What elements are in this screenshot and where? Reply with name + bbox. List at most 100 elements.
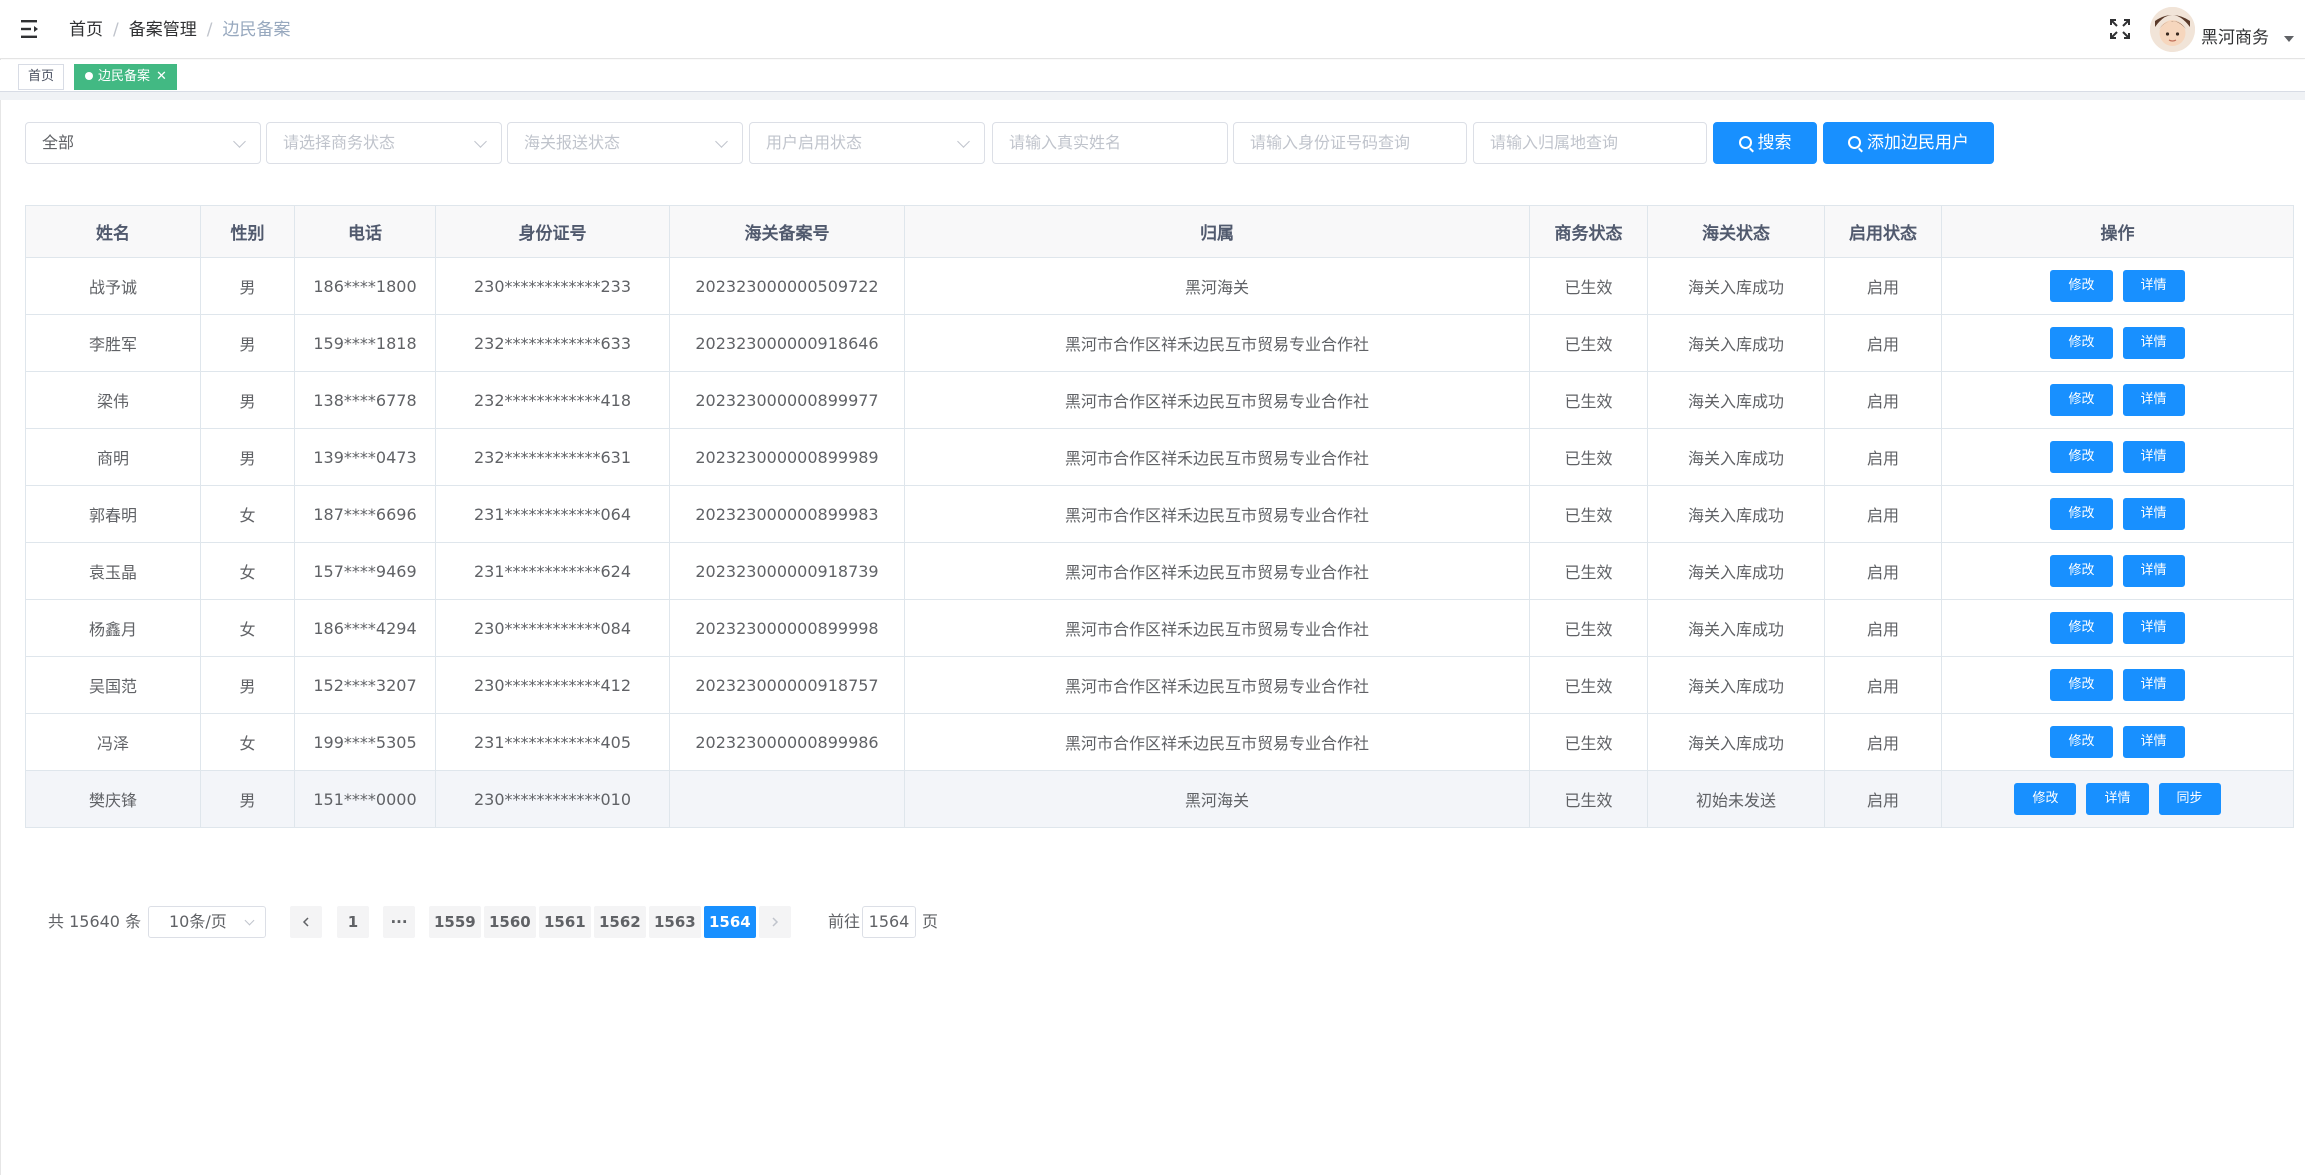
cell-enabled-status: 启用 [1824,599,1942,657]
user-enabled-select[interactable]: 用户启用状态 [749,122,985,164]
page-button[interactable]: 1560 [484,906,536,938]
cell-enabled-status: 启用 [1824,770,1942,828]
table-row: 商明男 139****0473 232************631 20232300… [25,428,2294,486]
cell-enabled-status: 启用 [1824,713,1942,771]
cell-customs-status: 海关入库成功 [1647,485,1825,543]
cell-customs-filing-no: 202323000000899983 [669,485,905,543]
edit-button[interactable]: 修改 [2050,270,2113,302]
cell-customs-status: 初始未发送 [1647,770,1825,828]
prev-page-button[interactable] [290,906,322,938]
page-size-select[interactable]: 10条/页 [148,906,266,938]
cell-customs-filing-no: 202323000000509722 [669,257,905,315]
cell-id-number: 230************010 [435,770,670,828]
caret-down-icon[interactable] [2284,36,2294,42]
cell-phone: 187****6696 [294,485,436,543]
cell-actions: 修改 详情 [1941,485,2294,543]
edit-button[interactable]: 修改 [2050,441,2113,473]
page-button[interactable]: 1563 [649,906,701,938]
next-page-button[interactable] [759,906,791,938]
tag-home[interactable]: 首页 [18,64,65,90]
breadcrumb-home[interactable]: 首页 [69,20,103,40]
edit-button[interactable]: 修改 [2050,726,2113,758]
close-icon[interactable]: ✕ [156,69,167,84]
cell-customs-filing-no: 202323000000899986 [669,713,905,771]
cell-affiliation: 黑河海关 [904,770,1530,828]
real-name-input[interactable]: 请输入真实姓名 [992,122,1228,164]
table-row: 袁玉晶女 157****9469 231************624 2023230… [25,542,2294,600]
category-select[interactable]: 全部 [25,122,261,164]
fullscreen-icon[interactable] [2108,17,2132,41]
col-id-number: 身份证号 [435,205,670,258]
cell-business-status: 已生效 [1529,599,1648,657]
cell-customs-status: 海关入库成功 [1647,656,1825,714]
cell-enabled-status: 启用 [1824,542,1942,600]
cell-business-status: 已生效 [1529,428,1648,486]
breadcrumb-filing-management[interactable]: 备案管理 [129,20,197,40]
cell-affiliation: 黑河市合作区祥禾边民互市贸易专业合作社 [904,314,1530,372]
cell-customs-status: 海关入库成功 [1647,257,1825,315]
edit-button[interactable]: 修改 [2050,384,2113,416]
col-phone: 电话 [294,205,436,258]
search-button[interactable]: 搜索 [1713,122,1817,164]
detail-button[interactable]: 详情 [2122,327,2185,359]
detail-button[interactable]: 详情 [2122,498,2185,530]
page-button-current[interactable]: 1564 [704,906,756,938]
cell-gender: 女 [200,599,295,657]
detail-button[interactable]: 详情 [2122,441,2185,473]
edit-button[interactable]: 修改 [2050,555,2113,587]
cell-gender: 女 [200,542,295,600]
id-number-input[interactable]: 请输入身份证号码查询 [1233,122,1467,164]
page-button[interactable]: 1559 [429,906,481,938]
page-button[interactable]: 1562 [594,906,646,938]
detail-button[interactable]: 详情 [2122,555,2185,587]
cell-name: 吴国范 [25,656,201,714]
page-ellipsis[interactable]: ··· [383,906,415,938]
cell-actions: 修改 详情 [1941,542,2294,600]
detail-button[interactable]: 详情 [2086,783,2149,815]
business-status-placeholder: 请选择商务状态 [283,133,396,152]
col-affiliation: 归属 [904,205,1530,258]
cell-affiliation: 黑河市合作区祥禾边民互市贸易专业合作社 [904,713,1530,771]
affiliation-input[interactable]: 请输入归属地查询 [1473,122,1707,164]
page-button[interactable]: 1561 [539,906,591,938]
hamburger-icon[interactable] [20,17,44,41]
id-number-placeholder: 请输入身份证号码查询 [1250,133,1411,152]
username[interactable]: 黑河商务 [2201,23,2269,48]
sync-button[interactable]: 同步 [2158,783,2221,815]
col-customs-status: 海关状态 [1647,205,1825,258]
tag-border-resident-filing[interactable]: 边民备案 ✕ [74,64,177,90]
cell-affiliation: 黑河市合作区祥禾边民互市贸易专业合作社 [904,656,1530,714]
detail-button[interactable]: 详情 [2122,612,2185,644]
edit-button[interactable]: 修改 [2014,783,2077,815]
add-resident-button[interactable]: 添加边民用户 [1823,122,1994,164]
edit-button[interactable]: 修改 [2050,498,2113,530]
cell-affiliation: 黑河市合作区祥禾边民互市贸易专业合作社 [904,599,1530,657]
cell-name: 战予诚 [25,257,201,315]
cell-name: 李胜军 [25,314,201,372]
edit-button[interactable]: 修改 [2050,327,2113,359]
customs-status-select[interactable]: 海关报送状态 [507,122,743,164]
detail-button[interactable]: 详情 [2122,669,2185,701]
detail-button[interactable]: 详情 [2122,270,2185,302]
detail-button[interactable]: 详情 [2122,384,2185,416]
affiliation-placeholder: 请输入归属地查询 [1490,133,1619,152]
chevron-down-icon [474,135,487,148]
table-row: 李胜军男 159****1818 232************633 2023230… [25,314,2294,372]
cell-affiliation: 黑河海关 [904,257,1530,315]
cell-phone: 157****9469 [294,542,436,600]
pagination: 共 15640 条 10条/页 1 ··· 1559 1560 1561 156… [0,906,2305,938]
table-row: 吴国范男 152****3207 230************412 2023230… [25,656,2294,714]
edit-button[interactable]: 修改 [2050,612,2113,644]
cell-business-status: 已生效 [1529,485,1648,543]
avatar[interactable] [2150,7,2195,52]
chevron-down-icon [244,915,255,926]
detail-button[interactable]: 详情 [2122,726,2185,758]
edit-button[interactable]: 修改 [2050,669,2113,701]
cell-actions: 修改 详情 同步 [1941,770,2294,828]
cell-customs-status: 海关入库成功 [1647,542,1825,600]
cell-gender: 男 [200,257,295,315]
page-button[interactable]: 1 [337,906,369,938]
goto-page-input[interactable]: 1564 [862,906,916,938]
business-status-select[interactable]: 请选择商务状态 [266,122,502,164]
cell-enabled-status: 启用 [1824,314,1942,372]
